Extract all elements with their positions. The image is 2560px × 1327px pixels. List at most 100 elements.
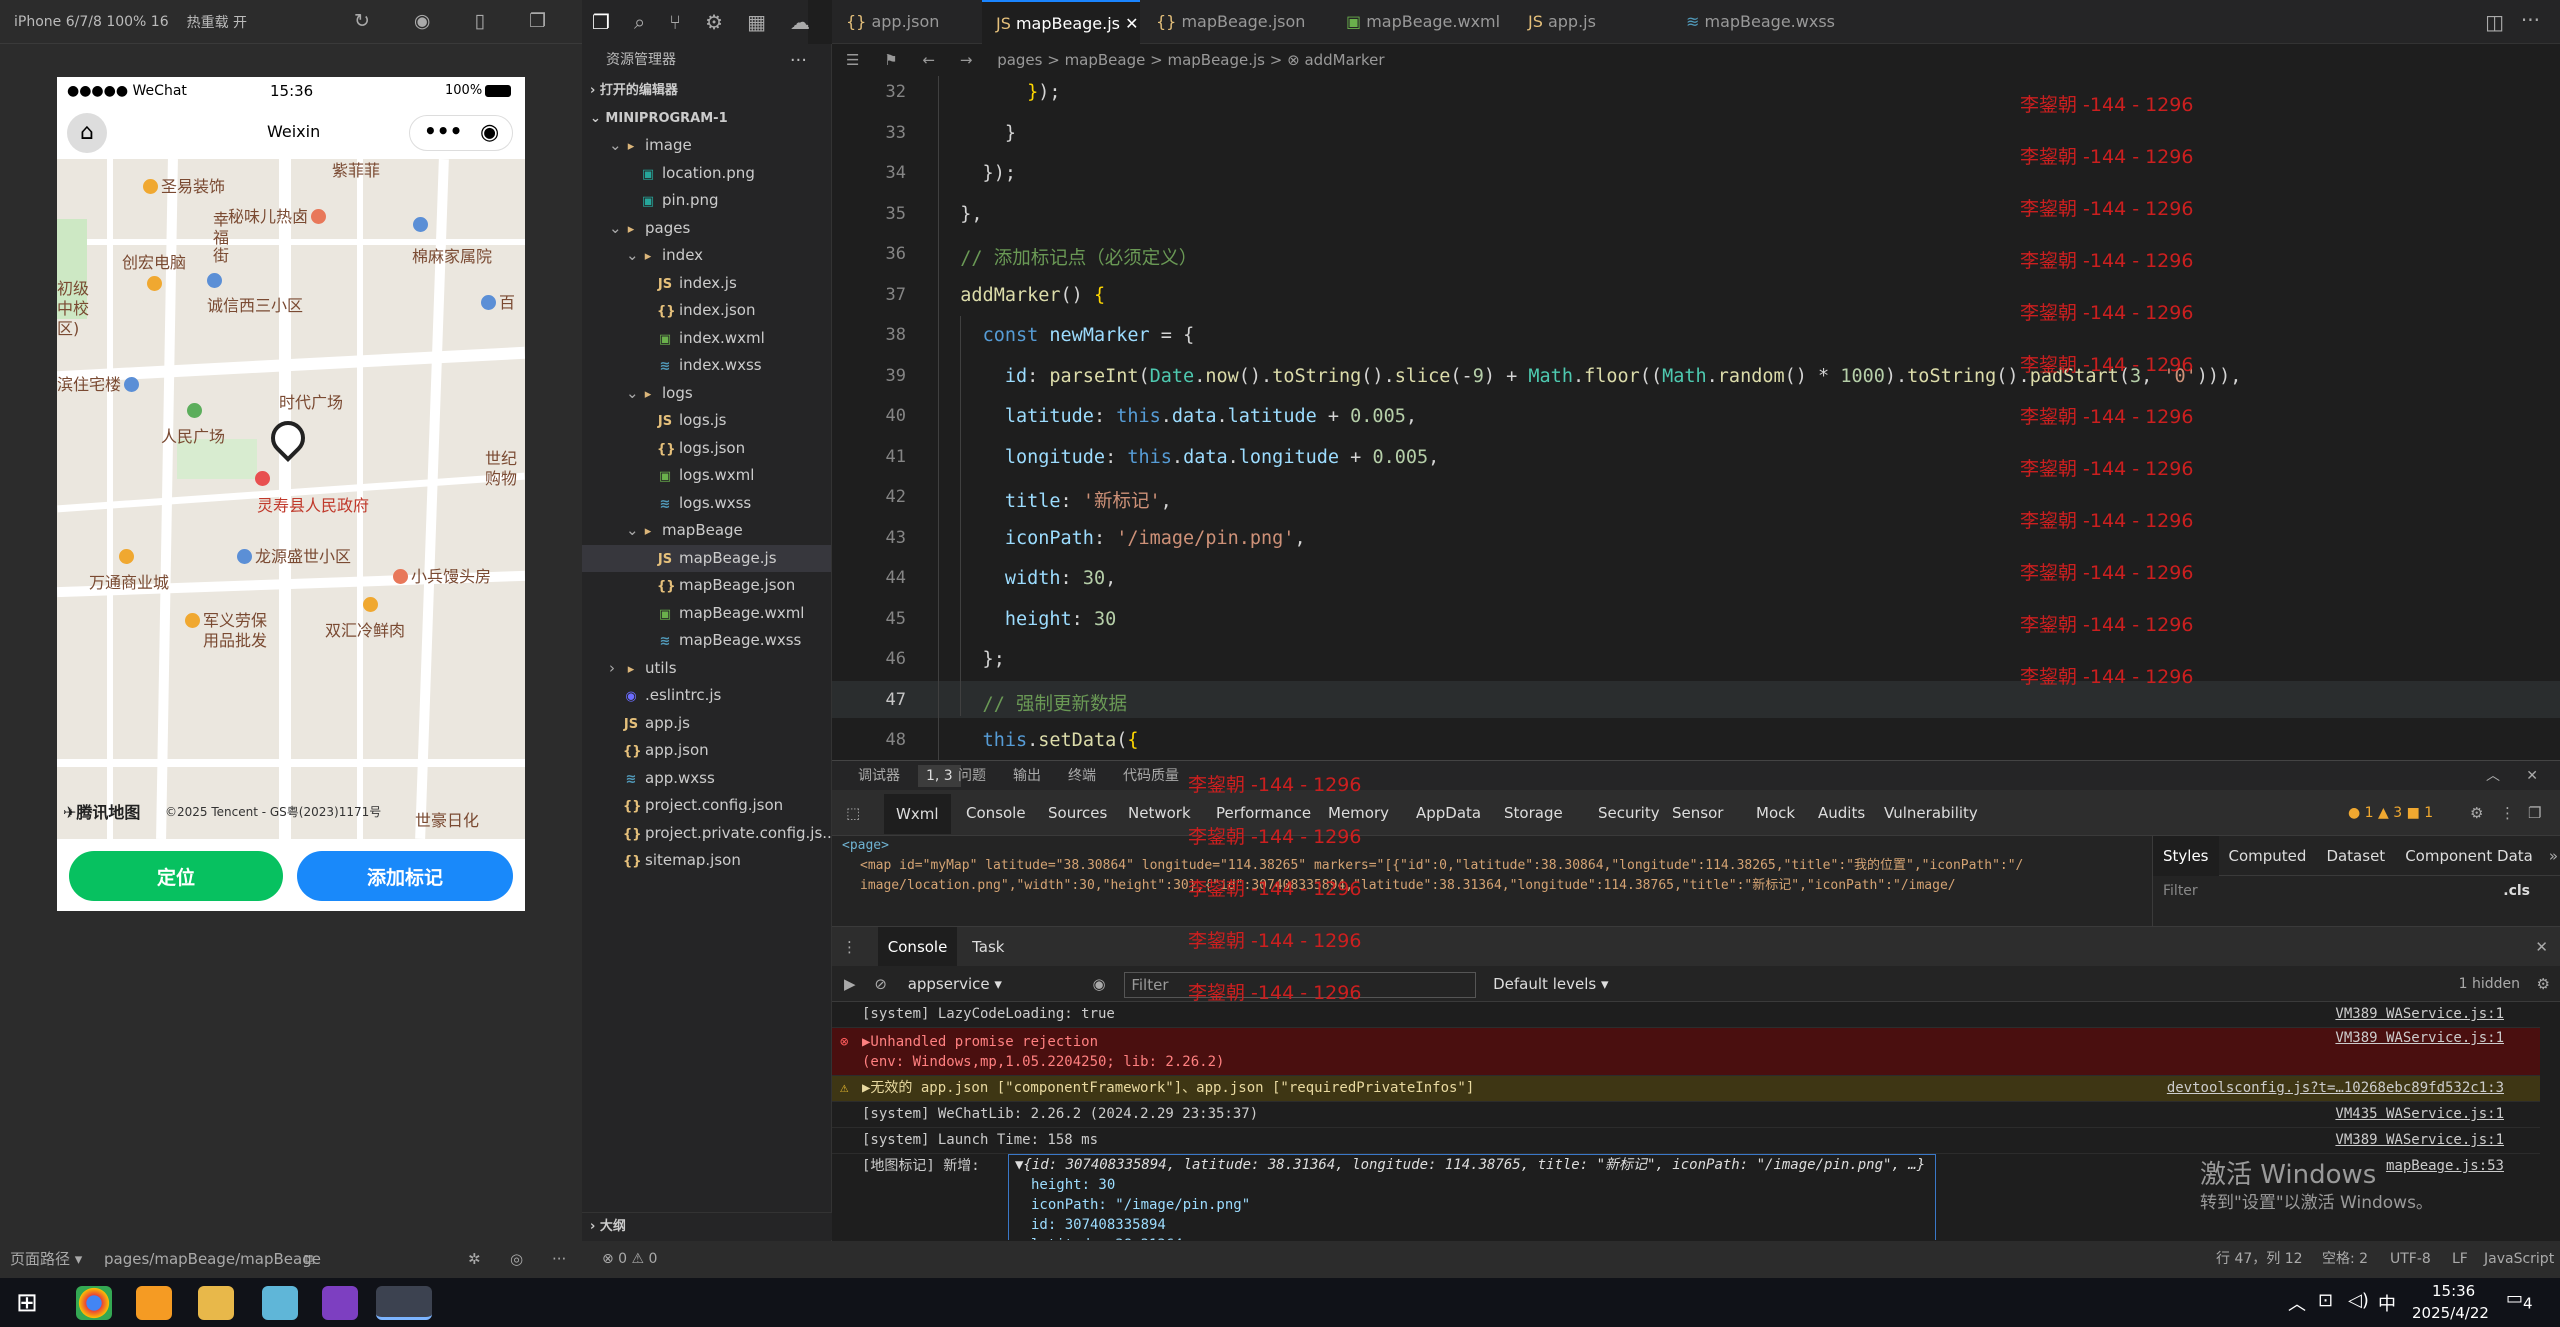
devtab-security[interactable]: Security [1598, 790, 1660, 836]
settings-icon[interactable]: ⚙ [2537, 966, 2550, 1002]
search-icon[interactable]: ⌕ [634, 10, 645, 34]
code-line[interactable]: }; [938, 649, 1005, 670]
source-link[interactable]: mapBeage.js:53 [2386, 1154, 2504, 1178]
folder-pages[interactable]: ⌄ ▸ pages [582, 215, 831, 243]
console-row[interactable]: [system] LazyCodeLoading: true VM389 WASe… [832, 1002, 2540, 1028]
file-logs-wxml[interactable]: ▣ logs.wxml [582, 462, 831, 490]
folder-image[interactable]: ⌄ ▸ image [582, 132, 831, 160]
code-line[interactable]: width: 30, [938, 568, 1116, 589]
file-logs-json[interactable]: {} logs.json [582, 435, 831, 463]
code-line[interactable]: iconPath: '/image/pin.png', [938, 528, 1306, 549]
style-tab-component-data[interactable]: Component Data [2395, 836, 2543, 876]
tab-app-js[interactable]: JS app.js [1514, 0, 1670, 44]
breadcrumb-path[interactable]: pages > mapBeage > mapBeage.js > ⊗ addMa… [997, 51, 1384, 69]
devtab-storage[interactable]: Storage [1504, 790, 1563, 836]
source-link[interactable]: devtoolsconfig.js?t=…10268ebc89fd532c1:3 [2167, 1076, 2504, 1100]
style-tab-computed[interactable]: Computed [2219, 836, 2317, 876]
file-pin-png[interactable]: ▣ pin.png [582, 187, 831, 215]
devtools-top-3[interactable]: 输出 [1013, 761, 1041, 791]
close-icon[interactable]: ✕ [2526, 761, 2538, 791]
console-row[interactable]: [system] WeChatLib: 2.26.2 (2024.2.29 23… [832, 1102, 2540, 1128]
code-line[interactable]: // 强制更新数据 [938, 690, 1127, 716]
sidebar-icon[interactable]: ▶ [844, 975, 856, 993]
app-icon[interactable] [136, 1286, 172, 1320]
map-view[interactable]: 紫菲菲 圣易装饰 秘味儿热卤 棉麻家属院 幸福街 创宏电脑 诚信西三小区 初级中… [57, 159, 525, 839]
devtab-sensor[interactable]: Sensor [1672, 790, 1723, 836]
file-logs-wxss[interactable]: ≋ logs.wxss [582, 490, 831, 518]
file-location-png[interactable]: ▣ location.png [582, 160, 831, 188]
devtab-console[interactable]: Console [966, 790, 1026, 836]
code-editor[interactable]: 32 }); 33 } 34 }); 35 }, 36 // 添加标记点（必须定义） 37… [832, 76, 2560, 760]
source-link[interactable]: VM435 WAService.js:1 [2335, 1102, 2504, 1126]
style-tab-styles[interactable]: Styles [2153, 836, 2219, 876]
code-line[interactable]: addMarker() { [938, 285, 1105, 306]
devtools-top-0[interactable]: 调试器 [858, 761, 900, 791]
file-index-json[interactable]: {} index.json [582, 297, 831, 325]
add-marker-button[interactable]: 添加标记 [297, 851, 513, 901]
file-mapbeage-json[interactable]: {} mapBeage.json [582, 572, 831, 600]
language-mode[interactable]: JavaScript [2484, 1241, 2554, 1278]
devtab-mock[interactable]: Mock [1756, 790, 1795, 836]
tray-date[interactable]: 2025/4/22 [2412, 1304, 2489, 1322]
debug-icon[interactable]: ⚙ [705, 10, 723, 34]
forward-icon[interactable]: → [960, 51, 973, 69]
file-mapbeage-wxss[interactable]: ≋ mapBeage.wxss [582, 627, 831, 655]
code-line[interactable]: }); [938, 163, 1016, 184]
devtools-top-4[interactable]: 终端 [1068, 761, 1096, 791]
files-icon[interactable]: ❐ [592, 10, 610, 34]
vs-icon[interactable] [322, 1286, 358, 1320]
code-line[interactable]: longitude: this.data.longitude + 0.005, [938, 447, 1439, 468]
file-project-config-json[interactable]: {} project.config.json [582, 792, 831, 820]
close-icon[interactable]: ✕ [2535, 927, 2548, 967]
object-preview[interactable]: ▼{id: 307408335894, latitude: 38.31364, … [1008, 1154, 1936, 1240]
source-link[interactable]: VM389 WAService.js:1 [2335, 1002, 2504, 1026]
tab-mapbeage-json[interactable]: {} mapBeage.json [1142, 0, 1330, 44]
cloud-icon[interactable]: ☁ [790, 10, 810, 34]
more-icon[interactable]: ··· [2521, 8, 2540, 32]
code-line[interactable]: }, [938, 204, 982, 225]
more-icon[interactable]: ··· [552, 1241, 566, 1278]
tab-console[interactable]: Console [877, 927, 958, 967]
dock-icon[interactable]: ❐ [2528, 790, 2541, 836]
devtab-sources[interactable]: Sources [1048, 790, 1107, 836]
file-mapbeage-wxml[interactable]: ▣ mapBeage.wxml [582, 600, 831, 628]
code-line[interactable]: latitude: this.data.latitude + 0.005, [938, 406, 1417, 427]
bookmark-icon[interactable]: ⚑ [884, 51, 897, 69]
hot-reload-toggle[interactable]: 热重载 开 [187, 12, 247, 32]
cls-toggle[interactable]: .cls [2503, 876, 2530, 906]
clear-icon[interactable]: ⊘ [874, 975, 887, 993]
collapse-icon[interactable]: ︿ [2486, 761, 2500, 791]
code-line[interactable]: }); [938, 82, 1060, 103]
folder-utils[interactable]: › ▸ utils [582, 655, 831, 683]
wxml-panel[interactable]: <page> <map id="myMap" latitude="38.3086… [832, 836, 2152, 926]
page-path[interactable]: pages/mapBeage/mapBeage [104, 1241, 321, 1278]
bug-icon[interactable]: ✲ [468, 1241, 481, 1278]
folder-logs[interactable]: ⌄ ▸ logs [582, 380, 831, 408]
console-row[interactable]: ⚠ ▶无效的 app.json ["componentFramework"]、ap… [832, 1076, 2540, 1102]
split-icon[interactable]: ◫ [2485, 10, 2504, 34]
window-icon[interactable]: ❐ [529, 10, 546, 32]
cursor-pos[interactable]: 行 47，列 12 [2216, 1241, 2303, 1278]
outline-section[interactable]: › 大纲 [582, 1212, 832, 1240]
file-index-js[interactable]: JS index.js [582, 270, 831, 298]
list-icon[interactable]: ☰ [846, 51, 859, 69]
file-index-wxss[interactable]: ≋ index.wxss [582, 352, 831, 380]
refresh-icon[interactable]: ↻ [354, 10, 370, 32]
eol[interactable]: LF [2452, 1241, 2468, 1278]
devtools-top-2[interactable]: 问题 [958, 761, 986, 791]
kebab-icon[interactable]: ⋮ [842, 938, 857, 956]
devtab-audits[interactable]: Audits [1818, 790, 1865, 836]
file-app-wxss[interactable]: ≋ app.wxss [582, 765, 831, 793]
open-editors[interactable]: › 打开的编辑器 [582, 77, 831, 105]
ime-indicator[interactable]: 中 [2378, 1290, 2396, 1316]
pin-marker[interactable] [263, 413, 313, 463]
tab-task[interactable]: Task [972, 938, 1004, 956]
tray-chevron-icon[interactable]: ︿ [2288, 1290, 2306, 1316]
preview-icon[interactable]: ◎ [510, 1241, 523, 1278]
devtools-top-5[interactable]: 代码质量 [1123, 761, 1179, 791]
more-icon[interactable]: ⋮ [2500, 790, 2515, 836]
source-link[interactable]: VM389 WAService.js:1 [2335, 1128, 2504, 1152]
extensions-icon[interactable]: ▦ [747, 10, 766, 34]
code-line[interactable]: } [938, 123, 1016, 144]
notification-icon[interactable]: ▭4 [2506, 1288, 2533, 1313]
